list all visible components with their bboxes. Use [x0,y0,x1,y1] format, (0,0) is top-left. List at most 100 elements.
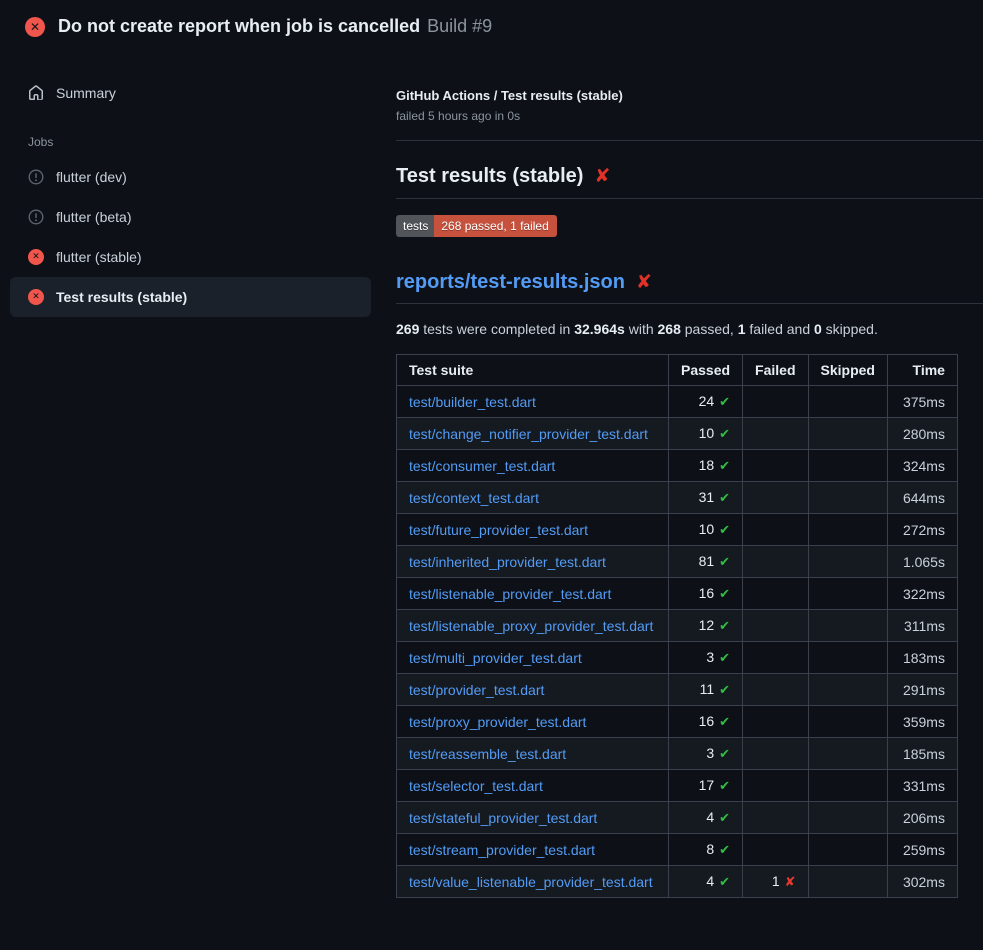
check-icon: ✔ [719,651,730,666]
divider [396,140,983,141]
cell-skipped [808,418,887,450]
test-suite-link[interactable]: test/stream_provider_test.dart [409,842,595,858]
count-value: 3 [706,745,714,761]
cell-failed [743,482,808,514]
test-suite-link[interactable]: test/future_provider_test.dart [409,522,588,538]
report-file-link[interactable]: reports/test-results.json [396,271,625,294]
cell-time: 644ms [887,482,957,514]
test-suite-link[interactable]: test/listenable_provider_test.dart [409,586,611,602]
cell-failed [743,802,808,834]
cell-test-suite: test/inherited_provider_test.dart [397,546,669,578]
test-suite-link[interactable]: test/builder_test.dart [409,394,536,410]
check-icon: ✔ [719,459,730,474]
cell-test-suite: test/builder_test.dart [397,386,669,418]
main-content: GitHub Actions / Test results (stable) f… [396,88,983,898]
count-value: 10 [699,521,715,537]
test-suite-link[interactable]: test/proxy_provider_test.dart [409,714,586,730]
test-suite-link[interactable]: test/listenable_proxy_provider_test.dart [409,618,653,634]
cell-failed: 1✘ [743,866,808,898]
test-suite-link[interactable]: test/reassemble_test.dart [409,746,566,762]
cell-skipped [808,450,887,482]
cell-failed [743,450,808,482]
count-value: 11 [700,681,715,697]
breadcrumb: GitHub Actions / Test results (stable) [396,88,983,103]
failed-count: 1 [738,321,746,337]
cell-test-suite: test/listenable_proxy_provider_test.dart [397,610,669,642]
cell-time: 331ms [887,770,957,802]
table-row: test/multi_provider_test.dart 3✔ 183ms [397,642,958,674]
tests-badge: tests 268 passed, 1 failed [396,215,557,237]
report-heading: reports/test-results.json ✘ [396,271,983,304]
cell-skipped [808,706,887,738]
table-row: test/provider_test.dart 11✔ 291ms [397,674,958,706]
badge-value: 268 passed, 1 failed [434,215,556,237]
cell-passed: 3✔ [669,738,743,770]
cell-passed: 8✔ [669,834,743,866]
neutral-status-icon [28,169,44,185]
sidebar-job-flutter-dev[interactable]: ✕ flutter (dev) [10,157,371,197]
summary-text: passed, [681,321,738,337]
cell-failed [743,642,808,674]
sidebar-item-summary[interactable]: Summary [10,78,370,108]
cell-passed: 3✔ [669,642,743,674]
test-suite-link[interactable]: test/value_listenable_provider_test.dart [409,874,653,890]
cell-skipped [808,866,887,898]
check-icon: ✔ [719,779,730,794]
cell-passed: 11✔ [669,674,743,706]
count-value: 81 [699,553,715,569]
cell-passed: 18✔ [669,450,743,482]
test-suite-link[interactable]: test/multi_provider_test.dart [409,650,582,666]
cell-passed: 4✔ [669,866,743,898]
cell-time: 291ms [887,674,957,706]
cell-time: 185ms [887,738,957,770]
cell-passed: 16✔ [669,706,743,738]
cell-failed [743,834,808,866]
check-icon: ✔ [719,715,730,730]
cell-time: 302ms [887,866,957,898]
cell-test-suite: test/reassemble_test.dart [397,738,669,770]
count-value: 17 [699,777,715,793]
table-row: test/listenable_proxy_provider_test.dart… [397,610,958,642]
check-icon: ✔ [719,491,730,506]
cell-time: 183ms [887,642,957,674]
cell-time: 280ms [887,418,957,450]
test-suite-link[interactable]: test/context_test.dart [409,490,539,506]
cell-passed: 31 ✔ [669,482,743,514]
skipped-count: 0 [814,321,822,337]
test-suite-link[interactable]: test/consumer_test.dart [409,458,555,474]
check-run-header: ✕ Do not create report when job is cance… [0,0,983,49]
neutral-status-icon [28,209,44,225]
sidebar-job-flutter-stable[interactable]: ✕ flutter (stable) [10,237,371,277]
cell-test-suite: test/value_listenable_provider_test.dart [397,866,669,898]
test-suite-link[interactable]: test/inherited_provider_test.dart [409,554,606,570]
job-label: flutter (stable) [56,249,142,265]
duration: 32.964s [574,321,625,337]
test-suite-link[interactable]: test/stateful_provider_test.dart [409,810,597,826]
table-row: test/builder_test.dart24✔375ms [397,386,958,418]
cell-time: 1.065s [887,546,957,578]
cell-test-suite: test/context_test.dart [397,482,669,514]
test-suite-link[interactable]: test/selector_test.dart [409,778,543,794]
cell-test-suite: test/stateful_provider_test.dart [397,802,669,834]
summary-text: tests were completed in [419,321,574,337]
test-suite-link[interactable]: test/change_notifier_provider_test.dart [409,426,648,442]
section-title: Test results (stable) [396,165,583,188]
test-suite-link[interactable]: test/provider_test.dart [409,682,544,698]
header-time: Time [887,355,957,386]
cell-failed [743,706,808,738]
count-value: 8 [706,841,714,857]
cell-skipped [808,578,887,610]
check-icon: ✔ [719,395,730,410]
check-run-title: Do not create report when job is cancell… [58,16,420,37]
cell-test-suite: test/consumer_test.dart [397,450,669,482]
check-icon: ✔ [719,587,730,602]
cell-time: 206ms [887,802,957,834]
sidebar-job-flutter-beta[interactable]: ✕ flutter (beta) [10,197,371,237]
sidebar-job-test-results-stable[interactable]: ✕ Test results (stable) [10,277,371,317]
count-value: 31 [699,489,715,505]
cross-icon: ✘ [785,875,796,890]
cell-test-suite: test/listenable_provider_test.dart [397,578,669,610]
count-value: 1 [772,873,780,889]
cell-time: 322ms [887,578,957,610]
cell-time: 311ms [887,610,957,642]
